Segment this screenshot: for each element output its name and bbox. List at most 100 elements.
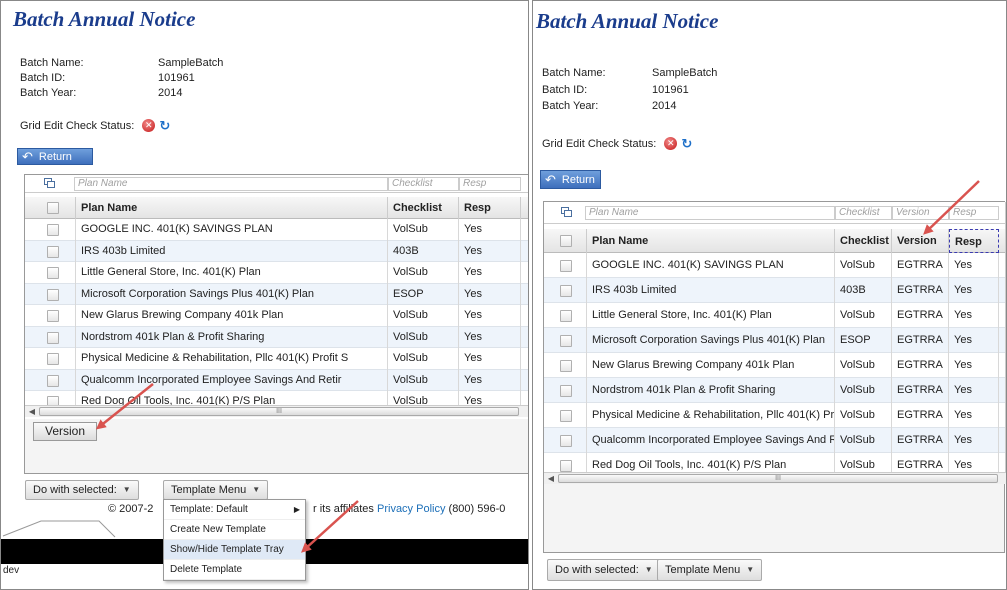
row-checkbox[interactable]	[560, 285, 572, 297]
table-row[interactable]: Little General Store, Inc. 401(K) Plan Vo…	[544, 303, 1005, 328]
row-checkbox[interactable]	[560, 410, 572, 422]
horizontal-scrollbar[interactable]: ◀ III	[544, 472, 1006, 484]
row-select-cell[interactable]	[544, 453, 587, 472]
row-select-cell[interactable]	[544, 353, 587, 378]
do-with-selected-dropdown[interactable]: Do with selected: ▼	[25, 480, 139, 500]
header-checklist[interactable]: Checklist	[835, 229, 892, 253]
row-select-cell[interactable]	[544, 278, 587, 303]
filter-version[interactable]: Version	[892, 206, 949, 220]
row-select-cell[interactable]	[544, 253, 587, 278]
header-version[interactable]: Version	[892, 229, 949, 253]
select-all-checkbox[interactable]	[560, 235, 572, 247]
row-checkbox[interactable]	[560, 335, 572, 347]
header-checklist[interactable]: Checklist	[388, 197, 459, 219]
row-select-cell[interactable]	[25, 262, 76, 284]
row-checkbox[interactable]	[47, 267, 59, 279]
privacy-policy-link[interactable]: Privacy Policy	[377, 503, 445, 515]
select-all-checkbox[interactable]	[47, 202, 59, 214]
scroll-grip: III	[775, 475, 781, 482]
row-checkbox[interactable]	[560, 260, 572, 272]
refresh-icon[interactable]: ↻	[159, 119, 170, 132]
row-checkbox[interactable]	[560, 385, 572, 397]
row-select-cell[interactable]	[25, 305, 76, 327]
row-select-cell[interactable]	[25, 326, 76, 348]
filter-resp[interactable]: Resp	[949, 206, 999, 220]
row-select-cell[interactable]	[544, 328, 587, 353]
table-row[interactable]: New Glarus Brewing Company 401k Plan VolS…	[544, 353, 1005, 378]
scroll-thumb[interactable]: III	[558, 474, 998, 483]
table-row[interactable]: Physical Medicine & Rehabilitation, Pllc…	[25, 348, 528, 370]
filter-checklist[interactable]: Checklist	[388, 177, 459, 191]
table-row[interactable]: Nordstrom 401k Plan & Profit Sharing VolS…	[544, 378, 1005, 403]
header-select-all[interactable]	[25, 197, 76, 219]
row-checkbox[interactable]	[560, 310, 572, 322]
table-row[interactable]: Little General Store, Inc. 401(K) Plan Vo…	[25, 262, 528, 284]
row-select-cell[interactable]	[25, 219, 76, 241]
menu-item-create-new-template[interactable]: Create New Template	[164, 520, 305, 540]
table-row[interactable]: GOOGLE INC. 401(K) SAVINGS PLAN VolSub Yes	[25, 219, 528, 241]
table-row[interactable]: GOOGLE INC. 401(K) SAVINGS PLAN VolSub EGT…	[544, 253, 1005, 278]
row-checkbox[interactable]	[47, 245, 59, 258]
row-select-cell[interactable]	[544, 428, 587, 453]
menu-item-delete-template[interactable]: Delete Template	[164, 560, 305, 580]
header-plan-name[interactable]: Plan Name	[587, 229, 835, 253]
row-select-cell[interactable]	[25, 348, 76, 370]
refresh-icon[interactable]: ↻	[681, 137, 692, 150]
horizontal-scrollbar[interactable]: ◀ III	[25, 405, 528, 417]
row-checkbox[interactable]	[47, 224, 59, 236]
row-select-cell[interactable]	[544, 403, 587, 428]
row-select-cell[interactable]	[544, 303, 587, 328]
version-tray-button[interactable]: Version	[33, 422, 98, 441]
filter-plan-name[interactable]: Plan Name	[585, 206, 835, 220]
copy-icon[interactable]	[561, 207, 573, 218]
header-plan-name[interactable]: Plan Name	[76, 197, 388, 219]
table-row[interactable]: Red Dog Oil Tools, Inc. 401(K) P/S Plan V…	[544, 453, 1005, 472]
do-with-selected-label: Do with selected:	[33, 484, 117, 496]
header-select-all[interactable]	[544, 229, 587, 253]
table-row[interactable]: Nordstrom 401k Plan & Profit Sharing VolS…	[25, 326, 528, 348]
menu-item-template-default[interactable]: Template: Default ▶	[164, 500, 305, 520]
cell-plan: Nordstrom 401k Plan & Profit Sharing	[76, 326, 388, 348]
row-select-cell[interactable]	[25, 283, 76, 305]
error-icon[interactable]: ✕	[664, 137, 678, 150]
return-button[interactable]: ↶ Return	[17, 148, 93, 165]
return-arrow-icon: ↶	[545, 171, 556, 187]
row-select-cell[interactable]	[544, 378, 587, 403]
table-row[interactable]: IRS 403b Limited 403B Yes	[25, 240, 528, 262]
filter-resp[interactable]: Resp	[459, 177, 521, 191]
table-row[interactable]: Qualcomm Incorporated Employee Savings A…	[25, 369, 528, 391]
copy-icon[interactable]	[44, 178, 56, 189]
template-menu-dropdown[interactable]: Template Menu ▼	[163, 480, 269, 500]
table-row[interactable]: Microsoft Corporation Savings Plus 401(K…	[544, 328, 1005, 353]
table-row[interactable]: New Glarus Brewing Company 401k Plan VolS…	[25, 305, 528, 327]
scroll-left-icon[interactable]: ◀	[27, 406, 37, 417]
cell-plan: Microsoft Corporation Savings Plus 401(K…	[76, 283, 388, 305]
template-menu-dropdown[interactable]: Template Menu ▼	[657, 559, 763, 581]
scroll-left-icon[interactable]: ◀	[546, 473, 556, 484]
row-checkbox[interactable]	[47, 331, 59, 344]
cell-plan: Little General Store, Inc. 401(K) Plan	[76, 262, 388, 284]
row-checkbox[interactable]	[560, 360, 572, 372]
table-row[interactable]: Physical Medicine & Rehabilitation, Pllc…	[544, 403, 1005, 428]
menu-item-show-hide-template-tray[interactable]: Show/Hide Template Tray	[164, 540, 305, 560]
header-resp[interactable]: Resp	[459, 197, 521, 219]
scroll-thumb[interactable]: III	[39, 407, 519, 416]
table-row[interactable]: IRS 403b Limited 403B EGTRRA Yes	[544, 278, 1005, 303]
row-checkbox[interactable]	[47, 310, 59, 322]
filter-plan-name[interactable]: Plan Name	[74, 177, 388, 191]
row-checkbox[interactable]	[560, 460, 572, 472]
table-row[interactable]: Qualcomm Incorporated Employee Savings A…	[544, 428, 1005, 453]
do-with-selected-dropdown[interactable]: Do with selected: ▼	[547, 559, 661, 581]
cell-resp: Yes	[949, 253, 999, 278]
header-resp[interactable]: Resp	[949, 229, 999, 253]
table-row[interactable]: Microsoft Corporation Savings Plus 401(K…	[25, 283, 528, 305]
filter-checklist[interactable]: Checklist	[835, 206, 892, 220]
row-select-cell[interactable]	[25, 369, 76, 391]
return-button[interactable]: ↶ Return	[540, 170, 601, 189]
row-checkbox[interactable]	[47, 288, 59, 301]
row-checkbox[interactable]	[47, 353, 59, 365]
row-select-cell[interactable]	[25, 240, 76, 262]
row-checkbox[interactable]	[47, 374, 59, 387]
error-icon[interactable]: ✕	[142, 119, 156, 132]
row-checkbox[interactable]	[560, 435, 572, 447]
